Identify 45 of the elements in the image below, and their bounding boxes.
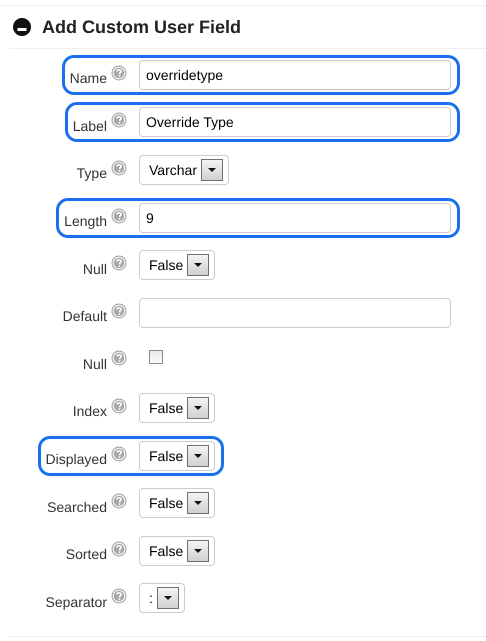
dropdown-button[interactable] [187, 444, 210, 467]
help-icon[interactable] [111, 398, 127, 414]
select-field[interactable]: False [139, 440, 216, 471]
field-label: Displayed [46, 450, 107, 468]
help-icon[interactable] [111, 64, 127, 81]
select-field[interactable]: : [139, 583, 185, 614]
field-label: Index [72, 402, 107, 420]
field-label: Null [82, 354, 107, 372]
field-label: Length [64, 212, 107, 230]
field-label: Separator [46, 592, 107, 610]
collapse-icon[interactable] [13, 18, 31, 36]
field-label: Searched [47, 498, 107, 515]
dropdown-button[interactable] [187, 492, 210, 514]
select-field[interactable]: False [139, 536, 216, 566]
field-label: Null [82, 260, 107, 277]
select-field[interactable]: False [139, 250, 216, 280]
field-label: Type [76, 164, 107, 182]
help-icon[interactable] [111, 446, 127, 462]
dropdown-button[interactable] [200, 158, 223, 181]
help-icon[interactable] [111, 540, 127, 557]
help-icon[interactable] [111, 160, 127, 176]
select-field[interactable]: Varchar [139, 154, 229, 185]
field-label: Name [70, 69, 107, 86]
select-field[interactable]: False [139, 488, 216, 518]
dropdown-button[interactable] [187, 254, 210, 276]
section-title: Add Custom User Field [42, 16, 242, 38]
field-label: Default [62, 307, 107, 324]
field-label: Sorted [66, 545, 107, 562]
dropdown-button[interactable] [187, 540, 210, 562]
dropdown-button[interactable] [187, 396, 210, 419]
text-field[interactable]: Override Type [139, 107, 451, 138]
help-icon[interactable] [111, 208, 127, 224]
checkbox[interactable] [149, 350, 163, 364]
dropdown-button[interactable] [156, 587, 179, 610]
help-icon[interactable] [111, 493, 127, 510]
text-field[interactable]: 9 [139, 202, 451, 233]
help-icon[interactable] [111, 112, 127, 128]
help-icon[interactable] [111, 302, 127, 319]
text-field[interactable] [139, 298, 451, 328]
help-icon[interactable] [111, 588, 127, 604]
select-field[interactable]: False [139, 392, 216, 423]
help-icon[interactable] [111, 350, 127, 366]
field-label: Label [72, 116, 107, 134]
help-icon[interactable] [111, 255, 127, 272]
text-field[interactable]: overridetype [139, 60, 451, 90]
